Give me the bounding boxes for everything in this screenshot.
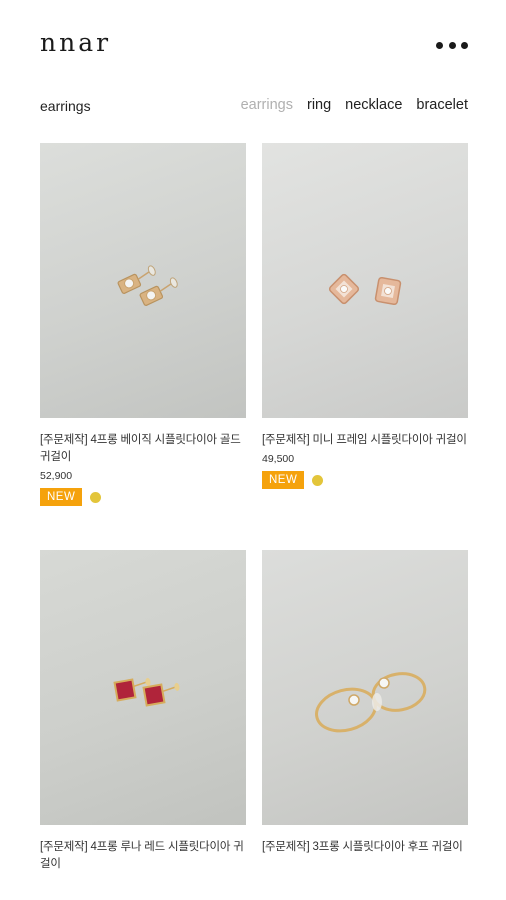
gold-color-swatch	[90, 491, 102, 503]
hoop-earring-illustration	[315, 672, 427, 733]
product-name[interactable]: [주문제작] 3프롱 시플릿다이아 후프 귀걸이	[262, 839, 468, 856]
new-badge: NEW	[40, 488, 83, 506]
product-card[interactable]: [주문제작] 4프롱 루나 레드 시플릿다이아 귀걸이	[40, 550, 246, 873]
product-image[interactable]	[262, 550, 468, 825]
product-price: 52,900	[40, 470, 73, 482]
product-card[interactable]: [주문제작] 3프롱 시플릿다이아 후프 귀걸이	[262, 550, 468, 856]
tab-necklace[interactable]: necklace	[345, 97, 402, 113]
app-header: nnar	[0, 0, 506, 80]
frame-earring-illustration	[328, 273, 402, 306]
product-image[interactable]	[40, 143, 246, 418]
tab-earrings[interactable]: earrings	[241, 97, 293, 113]
product-card[interactable]: [주문제작] 4프롱 베이직 시플릿다이아 골드 귀걸이 52,900 NEW	[40, 143, 246, 506]
tab-ring[interactable]: ring	[307, 97, 331, 113]
gold-color-swatch	[312, 474, 324, 486]
stud-earring-illustration	[117, 265, 178, 306]
more-dots-icon	[436, 41, 443, 49]
product-badges: NEW	[262, 471, 468, 489]
red-stud-earring-illustration	[113, 677, 180, 707]
more-dots-icon	[448, 41, 456, 49]
category-bar: earrings earrings ring necklace bracelet	[0, 92, 506, 120]
more-menu-button[interactable]	[432, 36, 472, 54]
brand-logo[interactable]: nnar	[40, 28, 111, 57]
tab-bracelet[interactable]: bracelet	[416, 97, 468, 113]
product-name[interactable]: [주문제작] 4프롱 루나 레드 시플릿다이아 귀걸이	[40, 839, 246, 873]
product-image[interactable]	[40, 550, 246, 825]
product-price: 49,500	[262, 453, 295, 465]
new-badge: NEW	[262, 471, 305, 489]
category-tabs: earrings ring necklace bracelet	[241, 97, 468, 113]
product-image[interactable]	[262, 143, 468, 418]
category-title: earrings	[40, 98, 91, 114]
product-badges: NEW	[40, 488, 246, 506]
product-name[interactable]: [주문제작] 미니 프레임 시플릿다이아 귀걸이	[262, 432, 468, 449]
product-name[interactable]: [주문제작] 4프롱 베이직 시플릿다이아 골드 귀걸이	[40, 432, 246, 466]
product-card[interactable]: [주문제작] 미니 프레임 시플릿다이아 귀걸이 49,500 NEW	[262, 143, 468, 489]
more-dots-icon	[461, 41, 468, 49]
